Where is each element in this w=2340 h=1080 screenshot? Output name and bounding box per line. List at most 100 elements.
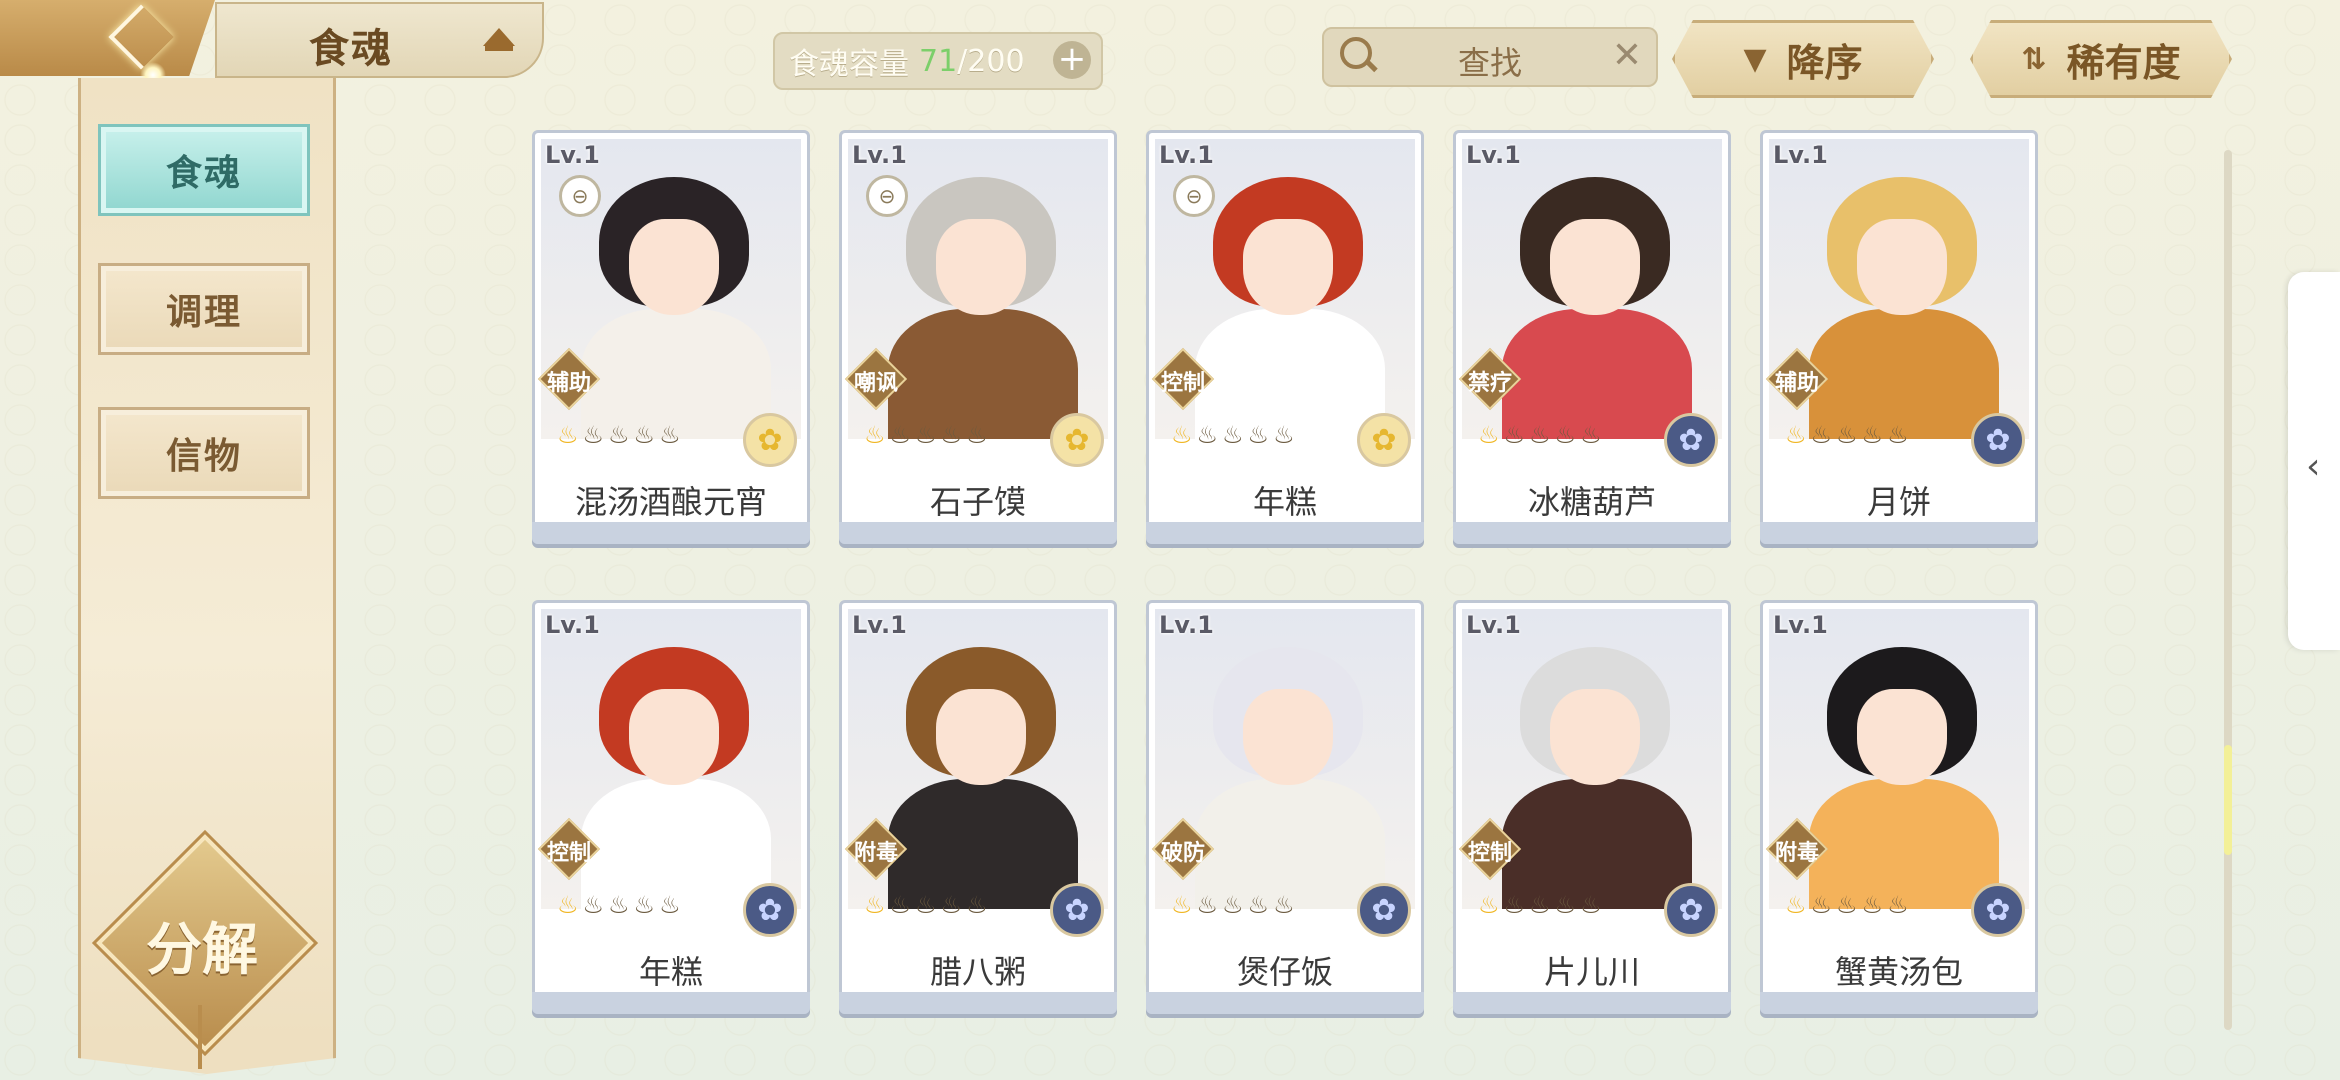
role-tag-label: 辅助 [546,371,591,396]
portrait-face [1243,689,1333,785]
scrollbar[interactable] [2224,150,2232,1030]
portrait-face [1857,689,1947,785]
star-rating: ♨♨♨♨♨ [1171,891,1299,919]
food-soul-card[interactable]: Lv.1 辅助 ♨♨♨♨♨ ✿ 月饼 [1760,130,2038,544]
page-title: 食魂 [309,26,393,72]
role-tag-label: 辅助 [1774,371,1819,396]
role-tag: 禁疗 [1458,347,1522,411]
top-left-header: 食魂 [0,0,560,88]
role-tag: 附毒 [1765,817,1829,881]
card-level: Lv.1 [1773,611,1828,639]
card-name: 冰糖葫芦 [1527,483,1656,521]
star-rating: ♨♨♨♨♨ [1478,891,1606,919]
rarity-medal-icon: ✿ [743,883,797,937]
capacity-separator: / [957,43,968,79]
card-name: 腊八粥 [929,953,1026,991]
sort-order-button[interactable]: ▼ 降序 [1672,20,1934,98]
role-tag-label: 控制 [546,841,591,866]
card-footer [532,992,810,1014]
portrait-body [581,779,771,909]
food-soul-card[interactable]: Lv.1 附毒 ♨♨♨♨♨ ✿ 腊八粥 [839,600,1117,1014]
rarity-medal-icon: ✿ [1357,883,1411,937]
role-tag: 辅助 [537,347,601,411]
rarity-medal-icon: ✿ [1664,883,1718,937]
card-footer [839,522,1117,544]
chef-hat-icon[interactable] [479,24,519,52]
food-soul-card[interactable]: Lv.1 禁疗 ♨♨♨♨♨ ✿ 冰糖葫芦 [1453,130,1731,544]
role-tag-label: 附毒 [1774,841,1819,866]
role-tag: 控制 [537,817,601,881]
card-level: Lv.1 [852,141,907,169]
portrait-body [1809,309,1999,439]
food-soul-card[interactable]: Lv.1 破防 ♨♨♨♨♨ ✿ 煲仔饭 [1146,600,1424,1014]
capacity-label: 食魂容量 [789,47,909,82]
food-soul-card[interactable]: Lv.1 ⊖ 嘲讽 ♨♨♨♨♨ ✿ 石子馍 [839,130,1117,544]
food-soul-card[interactable]: Lv.1 ⊖ 控制 ♨♨♨♨♨ ✿ 年糕 [1146,130,1424,544]
close-icon[interactable]: ✕ [1612,35,1642,76]
portrait-face [1857,219,1947,315]
food-soul-card[interactable]: Lv.1 ⊖ 辅助 ♨♨♨♨♨ ✿ 混汤酒酿元宵 [532,130,810,544]
decompose-label[interactable]: 分解 [112,905,292,986]
triangle-down-icon: ▼ [1743,41,1767,77]
portrait-body [888,309,1078,439]
rarity-medal-icon: ✿ [1664,413,1718,467]
plus-icon[interactable]: + [1053,41,1091,79]
food-soul-card[interactable]: Lv.1 附毒 ♨♨♨♨♨ ✿ 蟹黄汤包 [1760,600,2038,1014]
portrait-body [1502,779,1692,909]
star-rating: ♨♨♨♨♨ [1785,421,1913,449]
role-tag: 辅助 [1765,347,1829,411]
role-tag-label: 附毒 [853,841,898,866]
side-drawer-handle[interactable]: ‹ [2288,272,2340,650]
portrait-body [581,309,771,439]
sidebar-item-conditioning[interactable]: 调理 [98,263,310,355]
card-name: 年糕 [1252,483,1317,521]
portrait-body [1502,309,1692,439]
card-name: 蟹黄汤包 [1834,953,1963,991]
portrait-body [1195,779,1385,909]
role-tag-label: 破防 [1160,841,1205,866]
sort-rarity-button[interactable]: ⇅ 稀有度 [1970,20,2232,98]
card-level: Lv.1 [1466,141,1521,169]
role-tag: 嘲讽 [844,347,908,411]
card-level: Lv.1 [1773,141,1828,169]
sidebar-item-food-soul[interactable]: 食魂 [98,124,310,216]
portrait-face [1243,219,1333,315]
card-level: Lv.1 [545,611,600,639]
chevron-left-icon: ‹ [2306,446,2321,487]
rarity-medal-icon: ✿ [1357,413,1411,467]
scrollbar-thumb[interactable] [2224,745,2232,855]
star-rating: ♨♨♨♨♨ [864,421,992,449]
back-button[interactable] [0,0,215,76]
search-input[interactable]: 查找 ✕ [1322,27,1658,87]
food-soul-card[interactable]: Lv.1 控制 ♨♨♨♨♨ ✿ 片儿川 [1453,600,1731,1014]
capacity-max: 200 [967,43,1025,79]
rarity-medal-icon: ✿ [1050,883,1104,937]
role-tag: 控制 [1458,817,1522,881]
role-tag-label: 禁疗 [1467,371,1512,396]
rarity-medal-icon: ✿ [1050,413,1104,467]
lock-badge-icon: ⊖ [1173,175,1215,217]
role-tag: 控制 [1151,347,1215,411]
food-soul-card[interactable]: Lv.1 控制 ♨♨♨♨♨ ✿ 年糕 [532,600,810,1014]
role-tag: 破防 [1151,817,1215,881]
sidebar-item-label: 食魂 [165,153,242,194]
sidebar-item-label: 调理 [165,292,242,333]
tassel-decoration [198,1005,202,1069]
back-arrow-icon [108,4,174,70]
rarity-medal-icon: ✿ [743,413,797,467]
portrait-face [629,219,719,315]
portrait-face [936,219,1026,315]
star-rating: ♨♨♨♨♨ [1478,421,1606,449]
star-rating: ♨♨♨♨♨ [557,891,685,919]
portrait-body [1809,779,1999,909]
card-name: 月饼 [1866,483,1931,521]
sidebar-item-token[interactable]: 信物 [98,407,310,499]
role-tag-label: 控制 [1160,371,1205,396]
card-footer [532,522,810,544]
card-footer [1760,992,2038,1014]
soul-capacity: 食魂容量 71 / 200 + [773,32,1103,90]
star-rating: ♨♨♨♨♨ [557,421,685,449]
card-name: 年糕 [638,953,703,991]
portrait-face [1550,689,1640,785]
card-level: Lv.1 [1466,611,1521,639]
